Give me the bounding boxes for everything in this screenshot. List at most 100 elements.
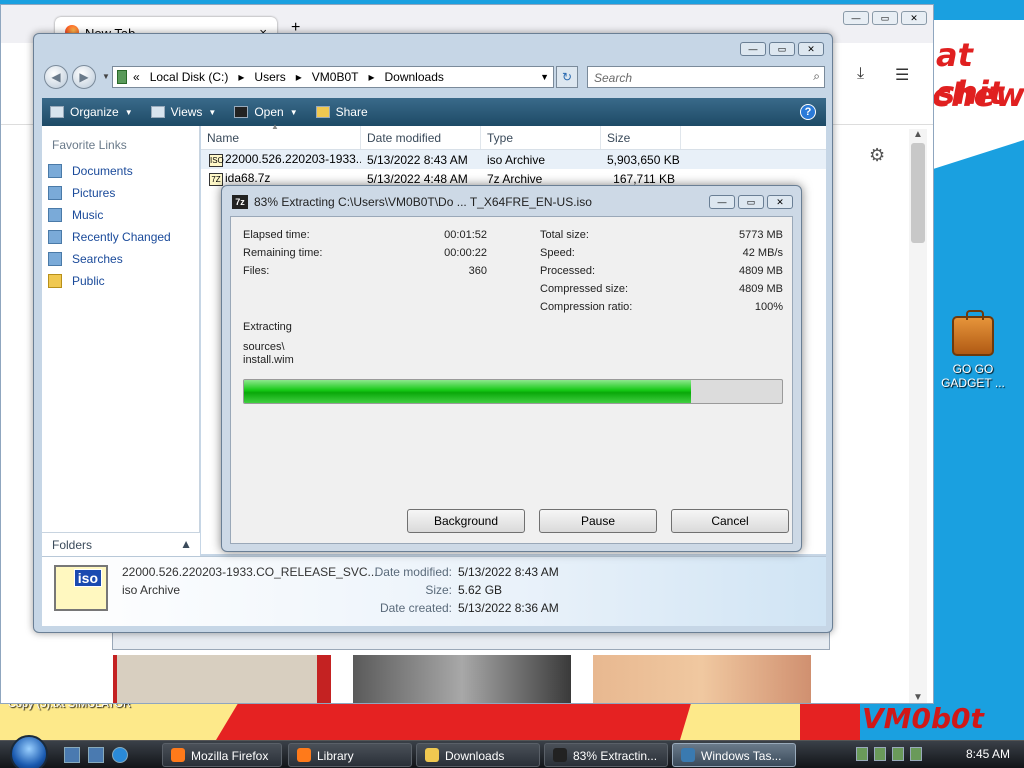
minimize-button[interactable]: —	[709, 195, 735, 209]
forward-button[interactable]: ▶	[72, 65, 96, 89]
history-dropdown-icon[interactable]: ▼	[102, 72, 110, 81]
chevron-down-icon: ▼	[124, 107, 133, 117]
minimize-button[interactable]: —	[843, 11, 869, 25]
breadcrumb-users[interactable]: Users	[254, 70, 285, 84]
share-button[interactable]: Share	[315, 105, 368, 119]
scroll-down-icon[interactable]: ▼	[909, 692, 927, 703]
column-headers: ▲ Name Date modified Type Size	[201, 122, 826, 150]
breadcrumb-drive[interactable]: Local Disk (C:)	[150, 70, 229, 84]
start-button[interactable]	[10, 735, 48, 768]
close-button[interactable]: ✕	[798, 42, 824, 56]
wallpaper-brand: VM0b0t	[862, 702, 984, 735]
desktop-icon-gadget[interactable]: GO GO GADGET ...	[938, 310, 1008, 390]
taskbar-item-extracting[interactable]: 83% Extractin...	[544, 743, 668, 767]
close-button[interactable]: ✕	[901, 11, 927, 25]
breadcrumb-separator-icon[interactable]: ▸	[296, 70, 302, 84]
sidebar-item-label: Recently Changed	[72, 230, 171, 244]
thumbnail-person[interactable]	[593, 655, 811, 703]
search-input[interactable]: Search ⌕	[587, 66, 825, 88]
iso-file-icon: iso	[54, 565, 108, 611]
address-bar[interactable]: « Local Disk (C:) ▸ Users ▸ VM0B0T ▸ Dow…	[112, 66, 554, 88]
sidebar-item-public[interactable]: Public	[42, 270, 199, 292]
download-icon[interactable]: ⤓	[857, 65, 864, 83]
sidebar-item-label: Pictures	[72, 186, 116, 200]
internet-explorer-icon[interactable]	[112, 747, 128, 763]
dialog-title-text: 83% Extracting C:\Users\VM0B0T\Do ... T_…	[254, 195, 592, 209]
folder-icon	[425, 748, 439, 762]
dialog-body: Elapsed time: 00:01:52 Remaining time: 0…	[230, 216, 793, 544]
sevenzip-icon	[553, 748, 567, 762]
chevron-down-icon: ▼	[289, 107, 298, 117]
table-row[interactable]: ISO22000.526.220203-1933... 5/13/2022 8:…	[201, 150, 826, 169]
taskbar-item-firefox[interactable]: Mozilla Firefox	[162, 743, 282, 767]
column-header-type[interactable]: Type	[481, 126, 601, 149]
taskbar-item-library[interactable]: Library	[288, 743, 412, 767]
iso-badge: iso	[73, 569, 102, 587]
cancel-button[interactable]: Cancel	[671, 509, 789, 533]
column-header-date[interactable]: Date modified	[361, 126, 481, 149]
maximize-button[interactable]: ▭	[738, 195, 764, 209]
thumbnail-handwriting[interactable]	[117, 655, 317, 703]
tray-volume-icon[interactable]	[910, 747, 922, 761]
search-icon[interactable]: ⌕	[813, 69, 820, 84]
help-icon[interactable]: ?	[800, 104, 816, 120]
scroll-up-icon[interactable]: ▲	[909, 129, 927, 140]
total-size-value: 5773 MB	[738, 229, 783, 241]
details-label: Date created:	[379, 601, 452, 615]
column-label: Type	[487, 131, 514, 145]
background-button[interactable]: Background	[407, 509, 525, 533]
thumbnail-vintage-car[interactable]	[353, 655, 571, 703]
breadcrumb-overflow[interactable]: «	[133, 70, 140, 84]
drive-icon	[117, 70, 127, 84]
views-icon	[150, 106, 165, 118]
breadcrumb-separator-icon[interactable]: ▸	[238, 70, 244, 84]
show-desktop-icon[interactable]	[64, 747, 80, 763]
breadcrumb-downloads[interactable]: Downloads	[385, 70, 444, 84]
elapsed-label: Elapsed time:	[243, 229, 310, 241]
folders-toggle[interactable]: Folders ▲	[42, 532, 200, 556]
taskbar-item-label: Mozilla Firefox	[191, 749, 269, 763]
taskbar-item-task-manager[interactable]: Windows Tas...	[672, 743, 796, 767]
sidebar-item-documents[interactable]: Documents	[42, 160, 199, 182]
open-button[interactable]: Open ▼	[234, 105, 298, 119]
tray-network-icon[interactable]	[874, 747, 886, 761]
sevenzip-icon	[234, 106, 249, 118]
switch-windows-icon[interactable]	[88, 747, 104, 763]
refresh-button[interactable]: ↻	[556, 66, 578, 88]
pause-button[interactable]: Pause	[539, 509, 657, 533]
ratio-value: 100%	[754, 301, 783, 313]
sidebar-item-recently-changed[interactable]: Recently Changed	[42, 226, 199, 248]
back-button[interactable]: ◀	[44, 65, 68, 89]
firefox-icon	[297, 748, 311, 762]
menu-icon[interactable]: ☰	[895, 65, 909, 85]
address-dropdown-icon[interactable]: ▼	[540, 72, 549, 82]
speed-label: Speed:	[540, 247, 575, 259]
gear-icon[interactable]: ⚙	[869, 145, 885, 166]
clock[interactable]: 8:45 AM	[966, 747, 1010, 761]
taskbar-item-downloads[interactable]: Downloads	[416, 743, 540, 767]
folders-label: Folders	[52, 538, 93, 552]
organize-button[interactable]: Organize ▼	[50, 105, 133, 119]
column-header-name[interactable]: ▲ Name	[201, 122, 361, 149]
sidebar-item-searches[interactable]: Searches	[42, 248, 199, 270]
tray-display-icon[interactable]	[892, 747, 904, 761]
breadcrumb-separator-icon[interactable]: ▸	[368, 70, 374, 84]
minimize-button[interactable]: —	[740, 42, 766, 56]
breadcrumb-user[interactable]: VM0B0T	[312, 70, 359, 84]
views-button[interactable]: Views ▼	[150, 105, 216, 119]
pictures-icon	[48, 186, 62, 200]
briefcase-icon	[952, 310, 994, 356]
sidebar-item-music[interactable]: Music	[42, 204, 199, 226]
sidebar-item-pictures[interactable]: Pictures	[42, 182, 199, 204]
close-button[interactable]: ✕	[767, 195, 793, 209]
current-path: sources\	[243, 341, 285, 353]
sidebar-item-label: Music	[72, 208, 104, 222]
file-type: 7z Archive	[487, 171, 543, 186]
maximize-button[interactable]: ▭	[872, 11, 898, 25]
tray-status-icon[interactable]	[856, 747, 868, 761]
maximize-button[interactable]: ▭	[769, 42, 795, 56]
firefox-scrollbar[interactable]: ▲ ▼	[909, 129, 927, 703]
column-header-size[interactable]: Size	[601, 126, 681, 149]
scrollbar-thumb[interactable]	[911, 143, 925, 243]
processed-value: 4809 MB	[738, 265, 783, 277]
